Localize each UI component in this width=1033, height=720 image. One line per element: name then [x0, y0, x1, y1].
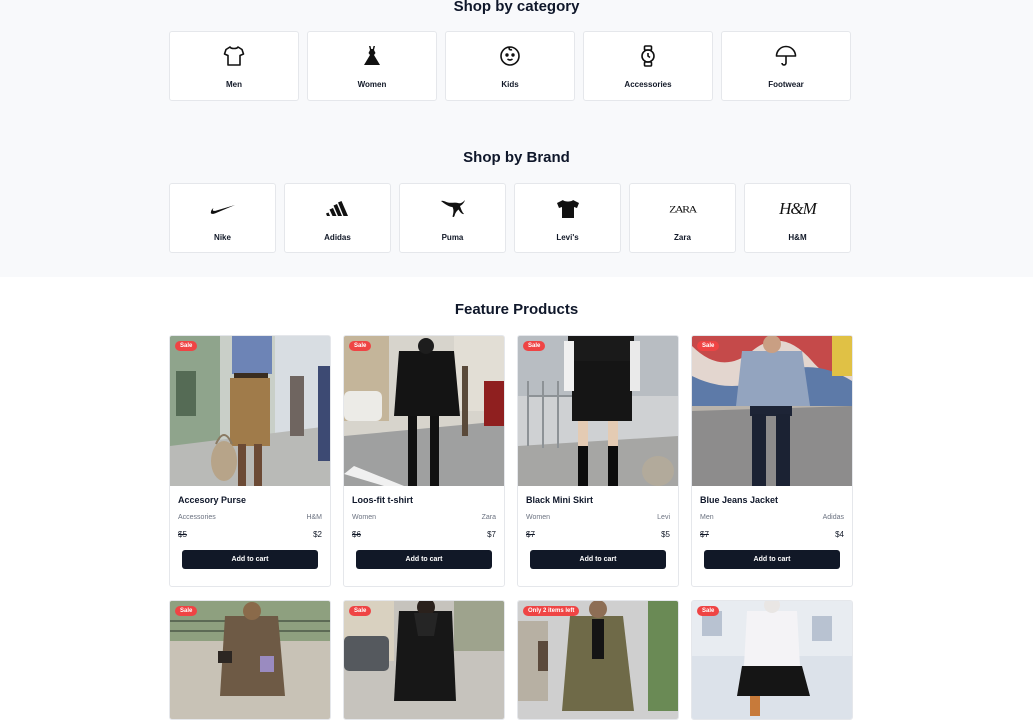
product-brand: Levi [657, 514, 670, 521]
product-photo: Only 2 items left [518, 601, 678, 719]
sale-badge: Sale [349, 341, 372, 351]
hm-logo: H&M [779, 198, 817, 220]
brand-label: Puma [441, 233, 464, 242]
category-label: Women [357, 80, 387, 89]
dress-icon [364, 46, 380, 65]
category-card-footwear[interactable]: Footwear [721, 31, 851, 101]
sale-price: $5 [661, 530, 670, 539]
product-name[interactable]: Blue Jeans Jacket [700, 495, 844, 505]
category-card-accessories[interactable]: Accessories [583, 31, 713, 101]
category-label: Men [226, 80, 242, 89]
zara-logo-text: ZARA [669, 203, 697, 215]
nike-logo [210, 198, 236, 220]
add-to-cart-button[interactable]: Add to cart [530, 550, 666, 569]
product-card[interactable]: Sale Blue Jeans Jacket Men Adidas $7 $4 … [691, 335, 853, 587]
umbrella-icon [775, 45, 797, 66]
product-name[interactable]: Black Mini Skirt [526, 495, 670, 505]
watch-icon [641, 45, 655, 67]
product-brand: H&M [306, 514, 322, 521]
stock-badge: Only 2 items left [523, 606, 580, 616]
top-band: Shop by category Men Women Kids Accessor… [0, 0, 1033, 277]
product-photo: Sale [692, 601, 852, 719]
baby-face-icon [500, 46, 520, 66]
brand-card-levis[interactable]: Levi's [514, 183, 621, 253]
brand-label: Levi's [556, 233, 579, 242]
category-label: Kids [501, 80, 519, 89]
add-to-cart-button[interactable]: Add to cart [356, 550, 492, 569]
adidas-logo [325, 198, 350, 220]
product-card[interactable]: Sale [169, 600, 331, 720]
category-label: Footwear [768, 80, 804, 89]
product-card[interactable]: Sale [343, 600, 505, 720]
sale-badge: Sale [349, 606, 372, 616]
sale-price: $2 [313, 530, 322, 539]
tshirt-icon [223, 46, 245, 66]
product-brand: Zara [481, 514, 496, 521]
original-price: $5 [178, 530, 187, 539]
product-photo: Sale [344, 601, 504, 719]
product-category: Women [526, 514, 550, 521]
puma-logo [440, 198, 466, 220]
category-card-kids[interactable]: Kids [445, 31, 575, 101]
brand-card-adidas[interactable]: Adidas [284, 183, 391, 253]
brand-label: Nike [214, 233, 231, 242]
category-card-women[interactable]: Women [307, 31, 437, 101]
brand-label: Adidas [324, 233, 351, 242]
sale-price: $7 [487, 530, 496, 539]
product-card[interactable]: Sale Loos-fit t-shirt Women Zara $6 $7 A… [343, 335, 505, 587]
product-card[interactable]: Sale Accesory Purse Accessories H&M $5 $… [169, 335, 331, 587]
brand-label: H&M [788, 233, 807, 242]
product-category: Accessories [178, 514, 216, 521]
product-photo: Sale [692, 336, 852, 486]
category-section-title: Shop by category [453, 0, 580, 15]
product-grid: Sale Accesory Purse Accessories H&M $5 $… [169, 335, 853, 720]
featured-section-title: Feature Products [454, 301, 579, 318]
product-photo: Sale [518, 336, 678, 486]
product-photo: Sale [344, 336, 504, 486]
category-list: Men Women Kids Accessories Footwear [169, 31, 852, 101]
category-label: Accessories [624, 80, 672, 89]
sale-badge: Sale [175, 341, 198, 351]
zara-logo: ZARA [669, 198, 697, 220]
product-card[interactable]: Sale [691, 600, 853, 720]
original-price: $7 [700, 530, 709, 539]
product-card[interactable]: Only 2 items left [517, 600, 679, 720]
add-to-cart-button[interactable]: Add to cart [704, 550, 840, 569]
brand-card-puma[interactable]: Puma [399, 183, 506, 253]
sale-price: $4 [835, 530, 844, 539]
brand-card-hm[interactable]: H&M H&M [744, 183, 851, 253]
product-photo: Sale [170, 336, 330, 486]
product-category: Men [700, 514, 714, 521]
brand-card-zara[interactable]: ZARA Zara [629, 183, 736, 253]
product-category: Women [352, 514, 376, 521]
product-name[interactable]: Loos-fit t-shirt [352, 495, 496, 505]
brand-label: Zara [674, 233, 691, 242]
brand-section-title: Shop by Brand [463, 149, 570, 166]
product-brand: Adidas [822, 514, 844, 521]
category-card-men[interactable]: Men [169, 31, 299, 101]
sale-badge: Sale [523, 341, 546, 351]
brand-card-nike[interactable]: Nike [169, 183, 276, 253]
levis-logo [556, 198, 580, 220]
sale-badge: Sale [697, 606, 720, 616]
product-photo: Sale [170, 601, 330, 719]
brand-list: Nike Adidas Puma Levi's ZARA Zara H&M H&… [169, 183, 853, 253]
product-card[interactable]: Sale Black Mini Skirt Women Levi $7 $5 A… [517, 335, 679, 587]
sale-badge: Sale [697, 341, 720, 351]
hm-logo-text: H&M [779, 199, 817, 218]
product-name[interactable]: Accesory Purse [178, 495, 322, 505]
original-price: $7 [526, 530, 535, 539]
add-to-cart-button[interactable]: Add to cart [182, 550, 318, 569]
sale-badge: Sale [175, 606, 198, 616]
original-price: $6 [352, 530, 361, 539]
